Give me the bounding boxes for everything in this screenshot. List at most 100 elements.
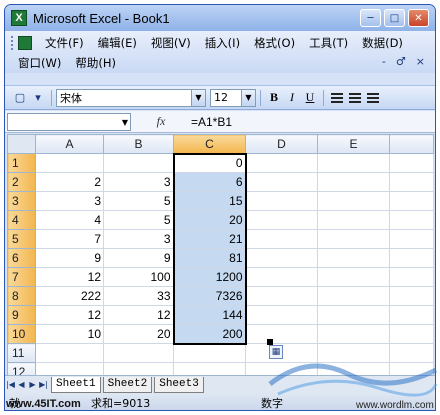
chevron-down-icon[interactable]: ▼ — [241, 89, 255, 106]
cell-e4[interactable] — [317, 210, 390, 230]
cell-c6[interactable]: 81 — [172, 248, 247, 268]
cell-f3[interactable] — [389, 191, 434, 211]
cell-c8[interactable]: 7326 — [172, 286, 247, 306]
tab-sheet3[interactable]: Sheet3 — [154, 376, 204, 393]
workbook-restore-button[interactable]: ♂ — [396, 55, 406, 68]
cell-e7[interactable] — [317, 267, 390, 287]
row-header[interactable]: 4 — [7, 210, 36, 230]
cell-f1[interactable] — [389, 153, 434, 173]
cell-b3[interactable]: 5 — [103, 191, 174, 211]
cell-d2[interactable] — [245, 172, 318, 192]
row-header[interactable]: 3 — [7, 191, 36, 211]
column-header-d[interactable]: D — [245, 134, 318, 154]
underline-button[interactable]: U — [301, 89, 319, 107]
last-sheet-icon[interactable]: ▶| — [38, 380, 49, 389]
cell-c3[interactable]: 15 — [172, 191, 247, 211]
cell-c4[interactable]: 20 — [172, 210, 247, 230]
cell-d9[interactable] — [245, 305, 318, 325]
menu-window[interactable]: 窗口(W) — [11, 55, 68, 71]
excel-app-icon[interactable]: X — [11, 10, 27, 26]
menu-help[interactable]: 帮助(H) — [68, 55, 123, 71]
cell-b8[interactable]: 33 — [103, 286, 174, 306]
cell-b1[interactable] — [103, 153, 174, 173]
cell-c9[interactable]: 144 — [172, 305, 247, 325]
row-header[interactable]: 6 — [7, 248, 36, 268]
column-header-f[interactable] — [389, 134, 434, 154]
font-name-select[interactable]: 宋体 ▼ — [56, 88, 206, 107]
row-header[interactable]: 2 — [7, 172, 36, 192]
bold-button[interactable]: B — [265, 89, 283, 107]
name-box[interactable]: ▼ — [7, 112, 131, 131]
cell-c7[interactable]: 1200 — [172, 267, 247, 287]
cell-f9[interactable] — [389, 305, 434, 325]
workbook-icon[interactable] — [18, 36, 32, 50]
column-header-a[interactable]: A — [35, 134, 104, 154]
cell-b10[interactable]: 20 — [103, 324, 174, 344]
cell-a7[interactable]: 12 — [35, 267, 104, 287]
cell-d3[interactable] — [245, 191, 318, 211]
cell-e5[interactable] — [317, 229, 390, 249]
toolbar-options-icon[interactable]: ▾ — [29, 89, 47, 107]
formula-input[interactable]: =A1*B1 — [191, 115, 232, 129]
cell-d7[interactable] — [245, 267, 318, 287]
column-header-b[interactable]: B — [103, 134, 174, 154]
cell-d8[interactable] — [245, 286, 318, 306]
select-all-corner[interactable] — [7, 134, 36, 154]
row-header[interactable]: 1 — [7, 153, 36, 173]
menu-file[interactable]: 文件(F) — [38, 35, 91, 51]
menu-format[interactable]: 格式(O) — [247, 35, 302, 51]
column-header-c[interactable]: C — [173, 134, 246, 154]
insert-function-icon[interactable]: fx — [131, 114, 191, 129]
cell-f6[interactable] — [389, 248, 434, 268]
cell-a1[interactable] — [35, 153, 104, 173]
cell-b5[interactable]: 3 — [103, 229, 174, 249]
cell-e3[interactable] — [317, 191, 390, 211]
cell-a3[interactable]: 3 — [35, 191, 104, 211]
chevron-down-icon[interactable]: ▼ — [191, 89, 205, 106]
first-sheet-icon[interactable]: |◀ — [5, 380, 16, 389]
cell-c10[interactable]: 200 — [172, 324, 247, 345]
minimize-button[interactable]: ─ — [360, 9, 381, 27]
align-right-button[interactable] — [364, 89, 382, 107]
cell-a4[interactable]: 4 — [35, 210, 104, 230]
menu-view[interactable]: 视图(V) — [144, 35, 198, 51]
maximize-button[interactable]: □ — [384, 9, 405, 27]
cell-f2[interactable] — [389, 172, 434, 192]
column-header-e[interactable]: E — [317, 134, 390, 154]
row-header[interactable]: 5 — [7, 229, 36, 249]
cell-b7[interactable]: 100 — [103, 267, 174, 287]
align-center-button[interactable] — [346, 89, 364, 107]
cell-b11[interactable] — [103, 343, 174, 363]
font-size-select[interactable]: 12 ▼ — [210, 88, 256, 107]
row-header[interactable]: 7 — [7, 267, 36, 287]
menu-edit[interactable]: 编辑(E) — [91, 35, 144, 51]
row-header[interactable]: 8 — [7, 286, 36, 306]
cell-f4[interactable] — [389, 210, 434, 230]
cell-e2[interactable] — [317, 172, 390, 192]
menu-insert[interactable]: 插入(I) — [198, 35, 247, 51]
cell-e10[interactable] — [317, 324, 390, 344]
cell-c5[interactable]: 21 — [172, 229, 247, 249]
cell-d5[interactable] — [245, 229, 318, 249]
workbook-close-button[interactable]: × — [416, 55, 425, 68]
cell-a11[interactable] — [35, 343, 104, 363]
menu-tools[interactable]: 工具(T) — [302, 35, 355, 51]
cell-a8[interactable]: 222 — [35, 286, 104, 306]
cell-a10[interactable]: 10 — [35, 324, 104, 344]
cell-d1[interactable] — [245, 153, 318, 173]
cell-e8[interactable] — [317, 286, 390, 306]
cell-c11[interactable] — [173, 343, 246, 363]
row-header[interactable]: 10 — [7, 324, 36, 344]
cell-a6[interactable]: 9 — [35, 248, 104, 268]
workbook-minimize-button[interactable]: - — [382, 55, 386, 68]
next-sheet-icon[interactable]: ▶ — [27, 380, 38, 389]
cell-b9[interactable]: 12 — [103, 305, 174, 325]
cell-d6[interactable] — [245, 248, 318, 268]
chevron-down-icon[interactable]: ▼ — [122, 118, 128, 127]
cell-a2[interactable]: 2 — [35, 172, 104, 192]
cell-b2[interactable]: 3 — [103, 172, 174, 192]
cell-d4[interactable] — [245, 210, 318, 230]
cell-a5[interactable]: 7 — [35, 229, 104, 249]
prev-sheet-icon[interactable]: ◀ — [16, 380, 27, 389]
cell-d10[interactable] — [245, 324, 318, 344]
